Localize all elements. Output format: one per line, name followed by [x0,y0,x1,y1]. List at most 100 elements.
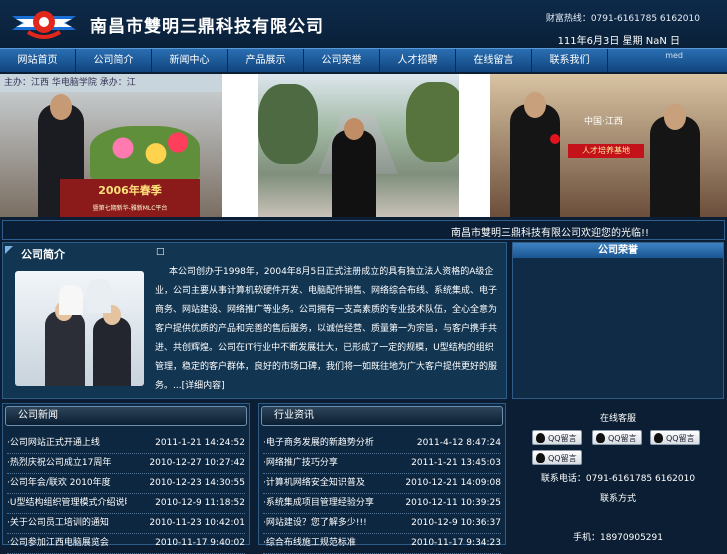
person-figure [45,311,85,386]
news-title[interactable]: ·系统集成项目管理经验分享 [263,494,374,513]
list-item[interactable]: ·网站建设？您了解多少!!! 2010-12-9 10:36:37 [263,514,501,534]
marquee-text: 南昌市雙明三鼎科技有限公司欢迎您的光临!! [451,228,650,239]
contact-panel: 在线客服 QQ留言 QQ留言 QQ留言 QQ留言 联系电话：0791-61617… [512,403,724,545]
honors-panel: 公司荣誉 [512,242,724,399]
list-item[interactable]: ·公司参加江西电脑展览会 2010-11-17 9:40:02 [7,534,245,554]
qq-message-button[interactable]: QQ留言 [532,450,582,465]
list-item[interactable]: ·公司年会/联欢 2010年度 2010-12-23 14:30:55 [7,474,245,494]
banner-photo-speaker: 主办：江西 华电脑学院 承办：江 2006年春季 暨第七期新华-雅新MLC平台 [0,74,222,217]
news-left-title: 公司新闻 [5,406,247,426]
banner-photo1-top-text: 主办：江西 华电脑学院 承办：江 [0,74,222,92]
news-date: 2010-12-9 11:18:52 [155,498,245,508]
site-header: 南昌市雙明三鼎科技有限公司 财富热线：0791-6161785 6162010 … [0,0,727,48]
news-date: 2011-1-21 14:24:52 [155,438,245,448]
honors-title: 公司荣誉 [513,243,723,258]
person-figure [87,279,111,313]
news-title[interactable]: ·公司网站正式开通上线 [7,434,100,453]
nav-item-jobs[interactable]: 人才招聘 [380,49,456,72]
news-date: 2011-1-21 13:45:03 [411,458,501,468]
list-item[interactable]: ·电子商务发展的新趋势分析 2011-4-12 8:47:24 [263,434,501,454]
person-figure-left [510,104,560,217]
intro-marker: □ [156,247,165,257]
news-panel-left: 公司新闻 ·公司网站正式开通上线 2011-1-21 14:24:52 ·热烈庆祝… [2,403,250,554]
intro-title: 公司简介 [21,248,65,261]
banner-photo1-sub: 暨第七期新华-雅新MLC平台 [92,205,168,212]
nav-item-products[interactable]: 产品展示 [228,49,304,72]
person-figure [332,130,376,217]
tree-left [258,84,318,164]
list-item[interactable]: ·公司网站正式开通上线 2011-1-21 14:24:52 [7,434,245,454]
banner-photo-ceremony: 中国·江西 人才培养基地 [490,74,727,217]
person-figure [93,317,131,386]
news-right-list: ·电子商务发展的新趋势分析 2011-4-12 8:47:24 ·网络推广技巧分享… [259,434,505,554]
flower-arrangement [90,126,200,181]
news-title[interactable]: ·综合布线施工规范标准 [263,534,356,553]
news-title[interactable]: ·网站建设？您了解多少!!! [263,514,367,533]
hotline-text: 财富热线：0791-6161785 6162010 [545,14,700,24]
news-date: 2010-11-17 9:40:02 [155,538,245,548]
qq-label: QQ留言 [666,434,695,443]
list-item[interactable]: ·热烈庆祝公司成立17周年 2010-12-27 10:27:42 [7,454,245,474]
news-date: 2010-12-9 10:36:37 [411,518,501,528]
company-logo[interactable] [10,6,78,40]
nav-item-news[interactable]: 新闻中心 [152,49,228,72]
banner: 主办：江西 华电脑学院 承办：江 2006年春季 暨第七期新华-雅新MLC平台 … [0,74,727,217]
nav-item-about[interactable]: 公司简介 [76,49,152,72]
banner-photo-stairs [258,74,459,217]
news-right-title: 行业资讯 [261,406,503,426]
list-item[interactable]: ·关于公司员工培训的通知 2010-11-23 10:42:01 [7,514,245,534]
person-head-right [664,104,686,130]
qq-label: QQ留言 [608,434,637,443]
podium: 2006年春季 暨第七期新华-雅新MLC平台 [60,179,200,217]
person-figure-right [650,116,700,217]
nav-item-home[interactable]: 网站首页 [0,49,76,72]
news-title[interactable]: ·公司参加江西电脑展览会 [7,534,109,553]
nav-item-honors[interactable]: 公司荣誉 [304,49,380,72]
news-title[interactable]: ·U型结构组织管理模式介绍说明 [7,494,127,513]
banner-photo1-caption: 2006年春季 [98,184,162,197]
online-service-title: 在线客服 [599,414,636,424]
nav-item-contact[interactable]: 联系我们 [532,49,608,72]
qq-label: QQ留言 [548,434,577,443]
news-left-list: ·公司网站正式开通上线 2011-1-21 14:24:52 ·热烈庆祝公司成立1… [3,434,249,554]
list-item[interactable]: ·网络推广技巧分享 2011-1-21 13:45:03 [263,454,501,474]
news-panel-right: 行业资讯 ·电子商务发展的新趋势分析 2011-4-12 8:47:24 ·网络推… [258,403,506,554]
red-flower-icon [550,134,560,144]
list-item[interactable]: ·系统集成项目管理经验分享 2010-12-11 10:39:25 [263,494,501,514]
news-title[interactable]: ·电子商务发展的新趋势分析 [263,434,374,453]
qq-message-button[interactable]: QQ留言 [592,430,642,445]
qq-label: QQ留言 [548,454,577,463]
person-head-left [524,92,546,118]
news-title[interactable]: ·关于公司员工培训的通知 [7,514,109,533]
news-title[interactable]: ·公司年会/联欢 2010年度 [7,474,111,493]
news-date: 2010-12-11 10:39:25 [405,498,501,508]
intro-photo [15,271,144,386]
date-text: 111年6月3日 星期 NaN 日 [557,36,680,47]
banner-photo3-sub: 人才培养基地 [568,144,644,158]
tree-right [406,82,459,162]
penguin-icon [536,433,545,443]
news-title[interactable]: ·网络推广技巧分享 [263,454,338,473]
news-title[interactable]: ·热烈庆祝公司成立17周年 [7,454,111,473]
marquee-bar: 南昌市雙明三鼎科技有限公司欢迎您的光临!! [2,220,725,240]
person-figure [59,285,83,315]
nav-item-message[interactable]: 在线留言 [456,49,532,72]
penguin-icon [536,453,545,463]
news-title[interactable]: ·计算机网络安全知识普及 [263,474,365,493]
news-date: 2010-11-17 9:34:23 [411,538,501,548]
contact-phone: 联系电话：0791-6161785 6162010 [540,474,696,484]
list-item[interactable]: ·综合布线施工规范标准 2010-11-17 9:34:23 [263,534,501,554]
list-item[interactable]: ·U型结构组织管理模式介绍说明 2010-12-9 11:18:52 [7,494,245,514]
qq-message-button[interactable]: QQ留言 [650,430,700,445]
qq-message-button[interactable]: QQ留言 [532,430,582,445]
news-date: 2010-12-27 10:27:42 [149,458,245,468]
company-name: 南昌市雙明三鼎科技有限公司 [90,17,324,37]
list-item[interactable]: ·计算机网络安全知识普及 2010-12-21 14:09:08 [263,474,501,494]
corner-icon [5,246,13,254]
news-date: 2010-11-23 10:42:01 [149,518,245,528]
person-head [50,94,72,120]
news-date: 2010-12-23 14:30:55 [149,478,245,488]
banner-photo3-caption: 中国·江西 [584,117,623,127]
contact-info-title: 联系方式 [599,494,636,504]
news-date: 2011-4-12 8:47:24 [416,438,501,448]
